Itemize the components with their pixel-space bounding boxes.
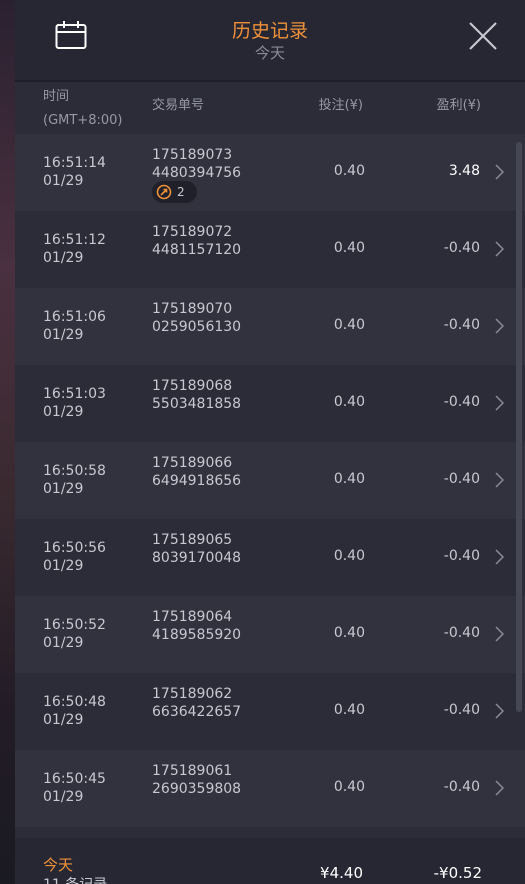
column-time-label: 时间 xyxy=(43,89,70,104)
history-row[interactable]: 16:51:14 01/29 175189073 4480394756 2 0.40… xyxy=(15,134,525,211)
row-profit: -0.40 xyxy=(443,779,480,795)
row-order: 175189066 6494918656 xyxy=(152,455,242,489)
chevron-right-icon xyxy=(495,626,504,642)
row-time: 16:50:58 01/29 xyxy=(43,463,106,497)
column-timezone-label: (GMT+8:00) xyxy=(43,113,123,128)
row-time: 16:51:06 01/29 xyxy=(43,309,106,343)
history-row[interactable]: 16:51:03 01/29 175189068 5503481858 0.40 -… xyxy=(15,365,525,442)
header-bar: 历史记录 今天 xyxy=(15,0,525,82)
column-bet: 投注(¥) xyxy=(318,98,363,113)
row-bet: 0.40 xyxy=(333,625,365,641)
history-list: 16:51:14 01/29 175189073 4480394756 2 0.40… xyxy=(15,134,525,827)
row-order: 175189070 0259056130 xyxy=(152,301,242,335)
chevron-right-icon xyxy=(495,549,504,565)
row-bet: 0.40 xyxy=(333,394,365,410)
row-profit: -0.40 xyxy=(443,471,480,487)
history-row[interactable]: 16:50:45 01/29 175189061 2690359808 0.40 -… xyxy=(15,750,525,827)
row-bet: 0.40 xyxy=(333,163,365,179)
row-profit: -0.40 xyxy=(443,240,480,256)
row-profit: -0.40 xyxy=(443,394,480,410)
row-time: 16:50:48 01/29 xyxy=(43,694,106,728)
row-order: 175189064 4189585920 xyxy=(152,609,242,643)
badge-count: 2 xyxy=(177,185,185,199)
row-bet: 0.40 xyxy=(333,471,365,487)
history-row[interactable]: 16:51:06 01/29 175189070 0259056130 0.40 -… xyxy=(15,288,525,365)
row-time: 16:50:45 01/29 xyxy=(43,771,106,805)
page-title: 历史记录 xyxy=(231,20,308,42)
column-profit: 盈利(¥) xyxy=(436,98,481,113)
row-profit: -0.40 xyxy=(443,625,480,641)
row-time: 16:51:03 01/29 xyxy=(43,386,106,420)
close-icon[interactable] xyxy=(467,20,499,52)
column-header: 时间 (GMT+8:00) 交易单号 投注(¥) 盈利(¥) xyxy=(15,82,525,134)
row-order: 175189073 4480394756 xyxy=(152,147,242,181)
row-time: 16:51:12 01/29 xyxy=(43,232,106,266)
history-row[interactable]: 16:50:52 01/29 175189064 4189585920 0.40 -… xyxy=(15,596,525,673)
row-time: 16:51:14 01/29 xyxy=(43,155,106,189)
row-order: 175189061 2690359808 xyxy=(152,763,242,797)
row-order: 175189065 8039170048 xyxy=(152,532,242,566)
summary-count: 11 条记录 xyxy=(43,874,107,884)
row-bet: 0.40 xyxy=(333,779,365,795)
chevron-right-icon xyxy=(495,241,504,257)
chevron-right-icon xyxy=(495,395,504,411)
summary-footer: 今天 11 条记录 ¥4.40 -¥0.52 xyxy=(15,838,525,884)
summary-total-profit: -¥0.52 xyxy=(433,864,482,882)
summary-period: 今天 xyxy=(43,856,74,874)
column-order: 交易单号 xyxy=(152,98,205,113)
chevron-right-icon xyxy=(495,318,504,334)
history-row[interactable]: 16:50:58 01/29 175189066 6494918656 0.40 -… xyxy=(15,442,525,519)
row-profit: 3.48 xyxy=(448,163,480,179)
row-time: 16:50:56 01/29 xyxy=(43,540,106,574)
history-row[interactable]: 16:50:56 01/29 175189065 8039170048 0.40 -… xyxy=(15,519,525,596)
chevron-right-icon xyxy=(495,703,504,719)
date-filter-label: 今天 xyxy=(254,44,285,62)
history-row[interactable]: 16:51:12 01/29 175189072 4481157120 0.40 -… xyxy=(15,211,525,288)
chevron-right-icon xyxy=(495,780,504,796)
summary-total-bet: ¥4.40 xyxy=(320,864,363,882)
row-bet: 0.40 xyxy=(333,317,365,333)
row-profit: -0.40 xyxy=(443,548,480,564)
spin-icon xyxy=(156,184,172,200)
row-order: 175189072 4481157120 xyxy=(152,224,242,258)
column-time: 时间 (GMT+8:00) xyxy=(43,85,122,133)
row-order: 175189068 5503481858 xyxy=(152,378,242,412)
chevron-right-icon xyxy=(495,472,504,488)
chevron-right-icon xyxy=(495,164,504,180)
scrollbar[interactable] xyxy=(516,142,522,712)
row-bet: 0.40 xyxy=(333,702,365,718)
row-profit: -0.40 xyxy=(443,317,480,333)
row-time: 16:50:52 01/29 xyxy=(43,617,106,651)
row-order: 175189062 6636422657 xyxy=(152,686,242,720)
row-bet: 0.40 xyxy=(333,548,365,564)
history-row[interactable]: 16:50:48 01/29 175189062 6636422657 0.40 -… xyxy=(15,673,525,750)
row-profit: -0.40 xyxy=(443,702,480,718)
history-panel: 历史记录 今天 时间 (GMT+8:00) 交易单号 投注(¥) 盈利(¥) 1… xyxy=(15,0,525,884)
row-bet: 0.40 xyxy=(333,240,365,256)
free-spin-badge: 2 xyxy=(152,181,197,203)
